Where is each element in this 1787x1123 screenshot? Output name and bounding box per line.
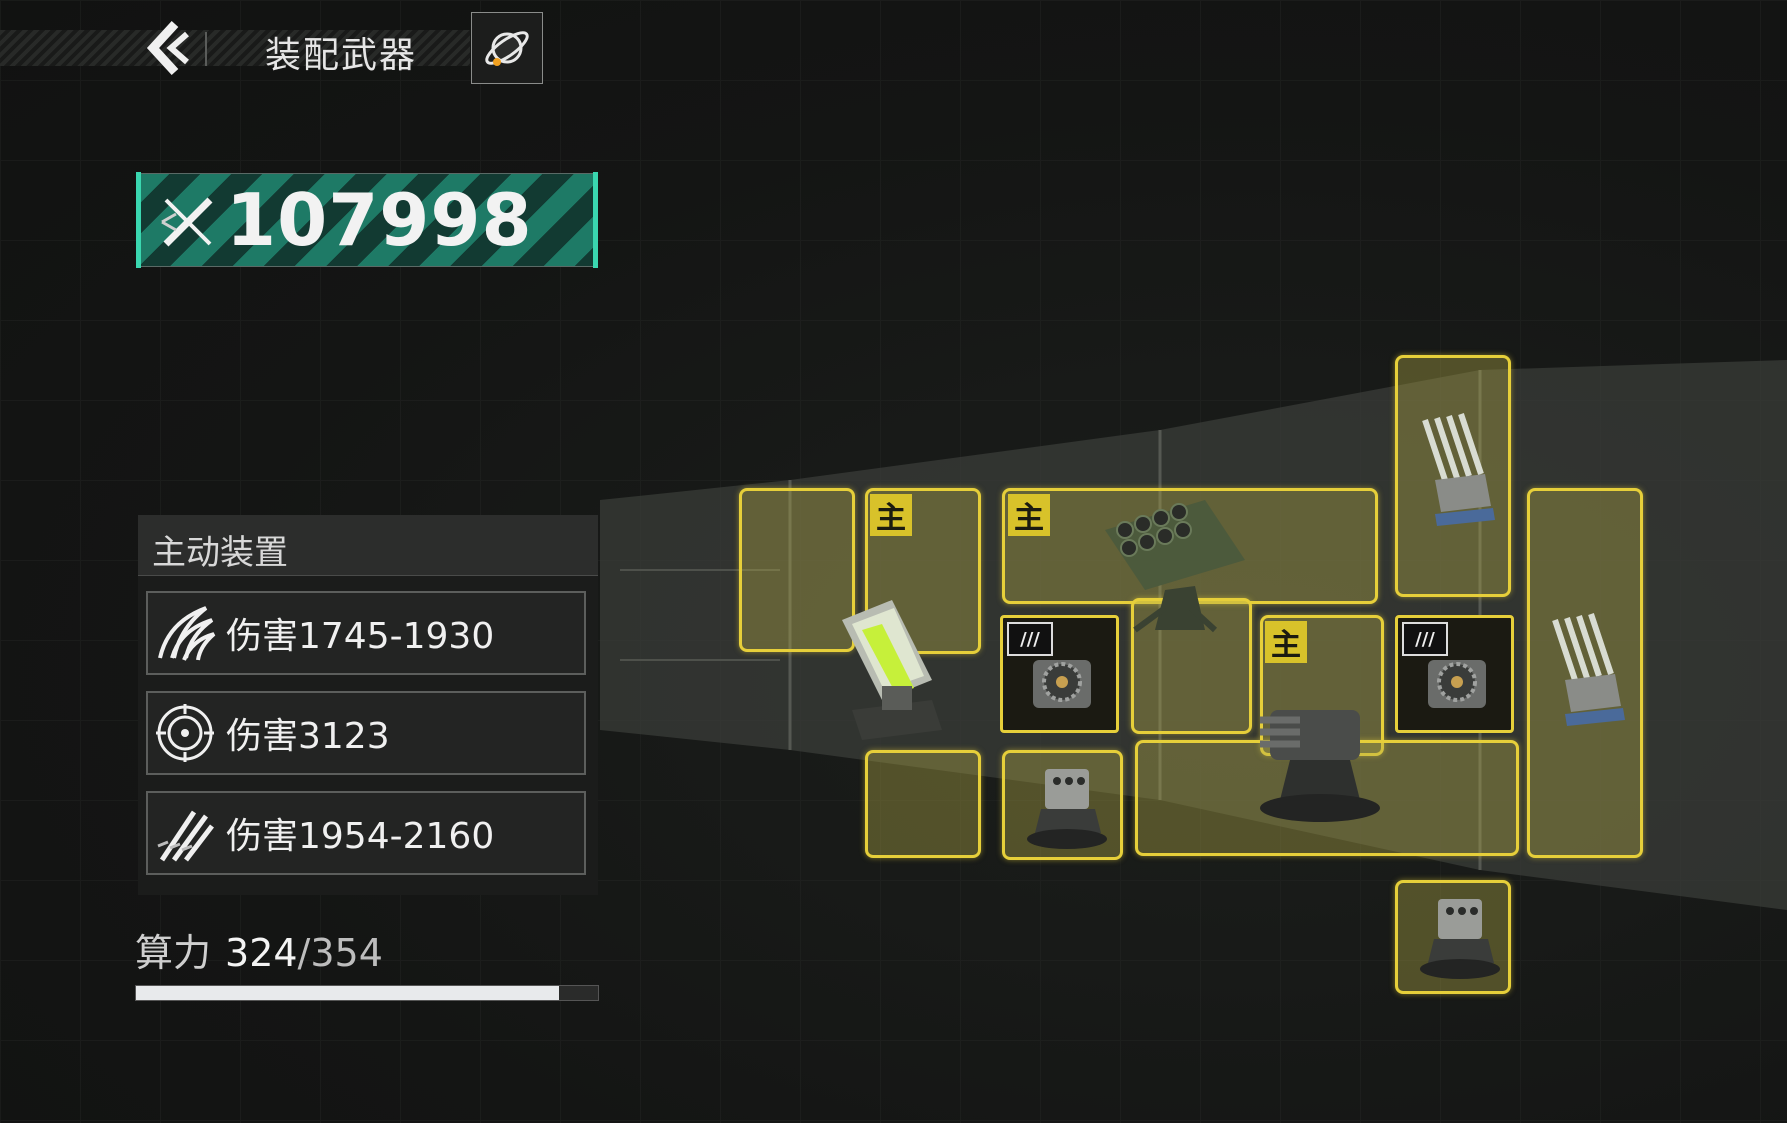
claw-strike-icon bbox=[158, 606, 216, 661]
combat-power-banner: 107998 bbox=[136, 172, 598, 268]
back-chevron-icon bbox=[146, 20, 189, 76]
device-stat-1-label: 伤害1745-1930 bbox=[226, 616, 495, 657]
crossed-swords-icon bbox=[161, 197, 213, 247]
small-cannon-turret-icon bbox=[1027, 769, 1107, 849]
page-title: 装配武器 bbox=[265, 35, 418, 76]
missile-launcher-icon bbox=[842, 600, 942, 740]
back-button[interactable] bbox=[138, 18, 198, 78]
planet-icon bbox=[485, 31, 529, 66]
compute-bar-fill bbox=[136, 986, 559, 1000]
main-weapon-badge: 主 bbox=[1265, 621, 1307, 663]
device-stat-2[interactable]: 伤害3123 bbox=[146, 691, 586, 775]
combat-power-value: 107998 bbox=[226, 178, 533, 262]
reactor-core-icon bbox=[1428, 660, 1486, 708]
compute-current: 324 bbox=[225, 931, 298, 975]
panel-header: 主动装置 bbox=[138, 515, 598, 576]
shield-burst-icon bbox=[156, 704, 214, 762]
compute-bar bbox=[135, 985, 599, 1001]
device-stat-3[interactable]: 伤害1954-2160 bbox=[146, 791, 586, 875]
rocket-pod-icon bbox=[1105, 500, 1245, 633]
active-devices-panel: 主动装置 伤害1745-1930 伤害3123 伤害1954-2160 bbox=[138, 515, 598, 895]
gatling-turret-icon bbox=[1260, 710, 1380, 822]
power-edge-right bbox=[593, 172, 598, 268]
compute-readout: 算力 324/354 bbox=[135, 922, 383, 977]
device-stat-3-label: 伤害1954-2160 bbox=[226, 816, 495, 857]
missile-rack-icon bbox=[1552, 613, 1625, 726]
device-stat-1[interactable]: 伤害1745-1930 bbox=[146, 591, 586, 675]
main-weapon-badge: 主 bbox=[870, 494, 912, 536]
module-chip-2[interactable]: /// bbox=[1395, 615, 1514, 733]
missile-volley-icon bbox=[157, 810, 214, 862]
small-cannon-turret-icon bbox=[1420, 899, 1500, 979]
planet-button[interactable] bbox=[471, 12, 543, 84]
header-divider bbox=[205, 32, 207, 66]
ship-layout: /// /// 主 主 主 bbox=[560, 350, 1787, 994]
missile-rack-icon bbox=[1422, 413, 1495, 526]
power-edge-left bbox=[136, 172, 141, 268]
reactor-core-icon bbox=[1033, 660, 1091, 708]
weapon-slot-main-1-bottom[interactable] bbox=[865, 750, 981, 858]
main-weapon-badge: 主 bbox=[1008, 494, 1050, 536]
panel-title: 主动装置 bbox=[152, 533, 288, 573]
compute-max: /354 bbox=[297, 931, 383, 975]
device-stat-2-label: 伤害3123 bbox=[226, 716, 390, 757]
compute-label: 算力 bbox=[135, 931, 212, 975]
